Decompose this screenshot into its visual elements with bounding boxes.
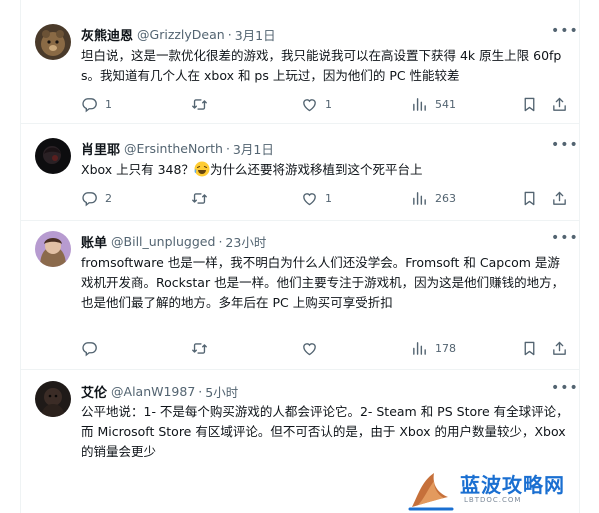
separator-dot: ·	[227, 26, 232, 42]
reply-count: 2	[105, 191, 112, 205]
views-button[interactable]: 541	[411, 94, 456, 114]
reply-button[interactable]: 1	[81, 94, 112, 114]
share-icon	[551, 190, 568, 207]
views-icon	[411, 340, 428, 357]
bookmark-button[interactable]	[521, 94, 538, 114]
display-name[interactable]: 灰熊迪恩	[81, 25, 133, 44]
reply-button[interactable]: 2	[81, 188, 112, 208]
timestamp[interactable]: 3月1日	[233, 139, 274, 158]
watermark-logo-icon	[408, 473, 454, 511]
avatar[interactable]	[35, 24, 71, 60]
retweet-button[interactable]	[191, 338, 215, 358]
like-icon	[301, 96, 318, 113]
tweet-text: 公平地说：1- 不是每个购买游戏的人都会评论它。2- Steam 和 PS St…	[81, 404, 569, 459]
share-icon	[551, 340, 568, 357]
views-button[interactable]: 178	[411, 338, 456, 358]
view-count: 263	[435, 191, 456, 205]
tweet-reply[interactable]: 肖里耶 @ErsintheNorth · 3月1日 ••• Xbox 上只有 3…	[21, 124, 579, 221]
views-button[interactable]: 263	[411, 188, 456, 208]
like-icon	[301, 190, 318, 207]
display-name[interactable]: 账单	[81, 232, 107, 251]
username[interactable]: @AlanW1987	[111, 384, 195, 399]
tweet-text: fromsoftware 也是一样，我不明白为什么人们还没学会。Fromsoft…	[81, 255, 565, 310]
tweet-text: 坦白说，这是一款优化很差的游戏，我只能说我可以在高设置下获得 4k 原生上限 6…	[81, 48, 562, 83]
retweet-button[interactable]	[191, 188, 215, 208]
bookmark-button[interactable]	[521, 338, 538, 358]
retweet-icon	[191, 190, 208, 207]
share-icon	[551, 96, 568, 113]
more-icon[interactable]: •••	[551, 138, 578, 158]
tweet-reply[interactable]: 灰熊迪恩 @GrizzlyDean · 3月1日 ••• 坦白说，这是一款优化很…	[21, 0, 579, 124]
timeline: 灰熊迪恩 @GrizzlyDean · 3月1日 ••• 坦白说，这是一款优化很…	[20, 0, 580, 513]
username[interactable]: @GrizzlyDean	[137, 27, 225, 42]
share-button[interactable]	[551, 94, 568, 114]
share-button[interactable]	[551, 188, 568, 208]
tweet-reply[interactable]: 账单 @Bill_unplugged · 23小时 ••• fromsoftwa…	[21, 221, 579, 370]
more-icon[interactable]: •••	[551, 24, 578, 44]
watermark-title: 蓝波攻略网	[460, 473, 565, 497]
views-icon	[411, 190, 428, 207]
timestamp[interactable]: 5小时	[205, 382, 238, 401]
reply-count: 1	[105, 97, 112, 111]
reply-icon	[81, 96, 98, 113]
separator-dot: ·	[198, 383, 203, 399]
display-name[interactable]: 肖里耶	[81, 139, 120, 158]
more-icon[interactable]: •••	[551, 231, 578, 251]
bookmark-icon	[521, 340, 538, 357]
like-count: 1	[325, 191, 332, 205]
watermark-url: LBTDOC.COM	[464, 496, 522, 504]
avatar[interactable]	[35, 231, 71, 267]
watermark: 蓝波攻略网 LBTDOC.COM	[408, 467, 593, 511]
tweet-text-part: Xbox 上只有 348？	[81, 162, 194, 177]
display-name[interactable]: 艾伦	[81, 382, 107, 401]
more-icon[interactable]: •••	[551, 381, 578, 401]
timestamp[interactable]: 23小时	[225, 232, 266, 251]
tweet-text: Xbox 上只有 348？ 为什么还要将游戏移植到这个死平台上	[81, 160, 569, 180]
username[interactable]: @Bill_unplugged	[111, 234, 215, 249]
views-icon	[411, 96, 428, 113]
view-count: 178	[435, 341, 456, 355]
separator-dot: ·	[225, 140, 230, 156]
bookmark-button[interactable]	[521, 188, 538, 208]
retweet-icon	[191, 96, 208, 113]
reply-icon	[81, 190, 98, 207]
like-button[interactable]: 1	[301, 188, 332, 208]
tweet-text-part: 为什么还要将游戏移植到这个死平台上	[209, 162, 423, 177]
separator-dot: ·	[218, 233, 223, 249]
timestamp[interactable]: 3月1日	[235, 25, 276, 44]
bookmark-icon	[521, 190, 538, 207]
like-count: 1	[325, 97, 332, 111]
username[interactable]: @ErsintheNorth	[124, 141, 223, 156]
bookmark-icon	[521, 96, 538, 113]
reply-icon	[81, 340, 98, 357]
view-count: 541	[435, 97, 456, 111]
retweet-button[interactable]	[191, 94, 215, 114]
retweet-icon	[191, 340, 208, 357]
avatar[interactable]	[35, 138, 71, 174]
like-icon	[301, 340, 318, 357]
reply-button[interactable]	[81, 338, 105, 358]
share-button[interactable]	[551, 338, 568, 358]
laughing-emoji	[194, 161, 210, 177]
like-button[interactable]	[301, 338, 325, 358]
like-button[interactable]: 1	[301, 94, 332, 114]
avatar[interactable]	[35, 381, 71, 417]
